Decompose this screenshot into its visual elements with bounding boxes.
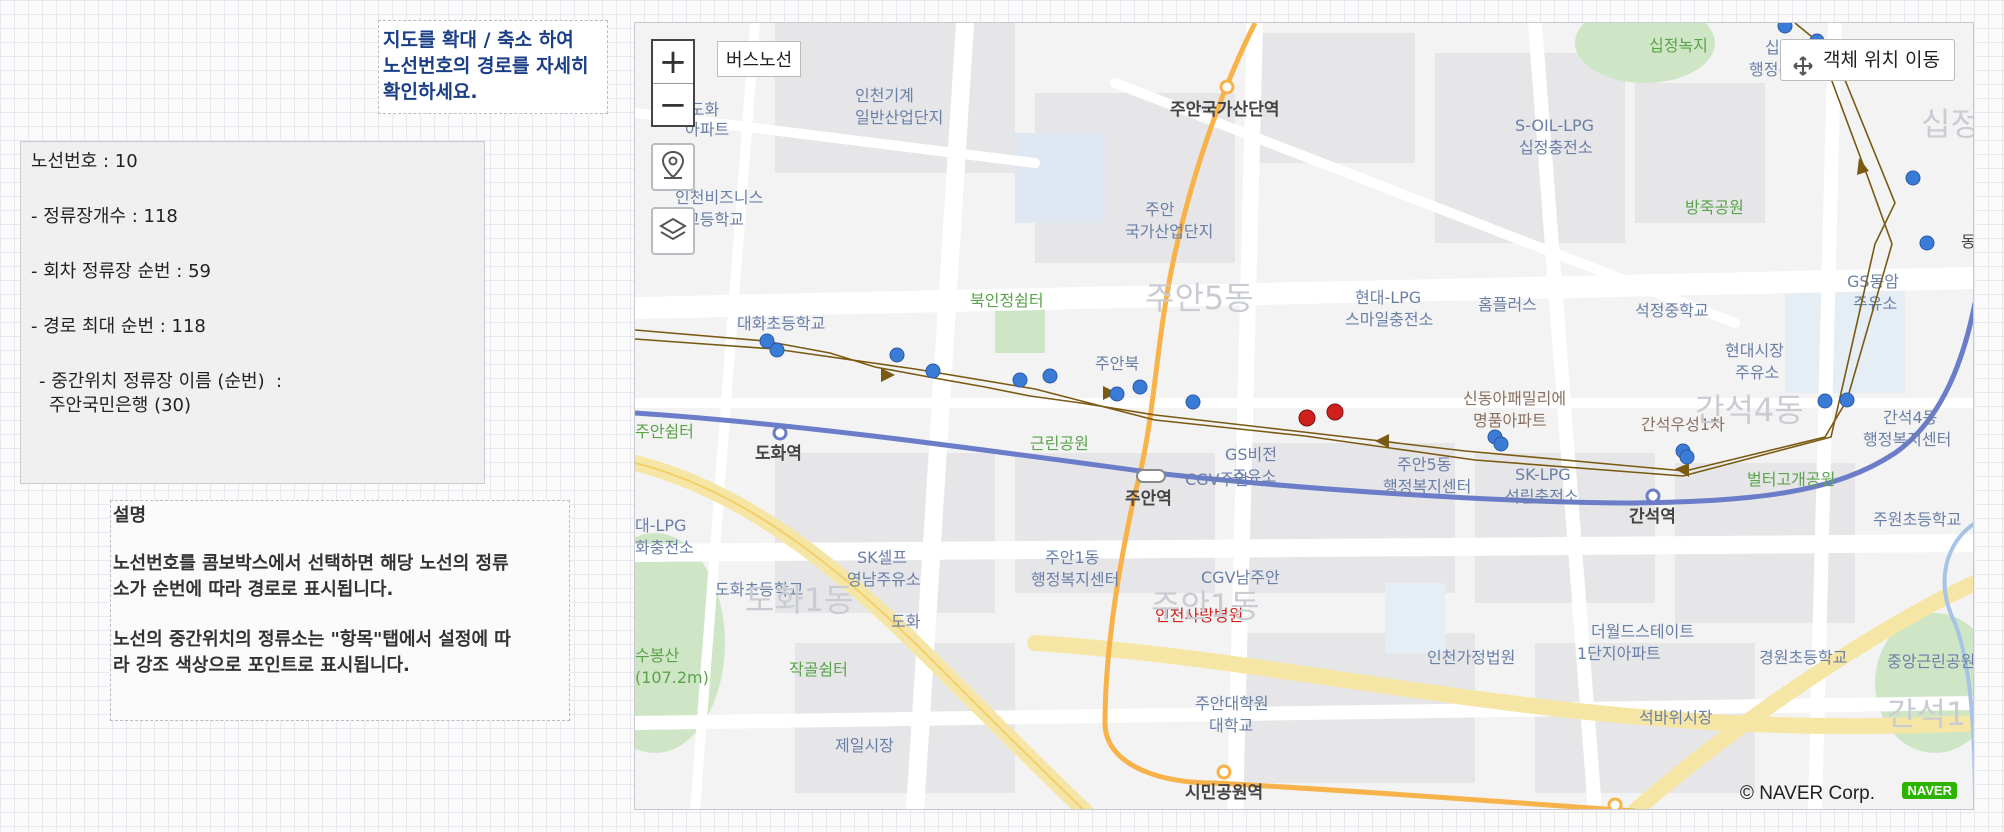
place-label: 화충전소 [635, 538, 694, 557]
place-label: 동 [1961, 232, 1974, 251]
bus-route-label: 버스노선 [717, 41, 802, 77]
layers-button[interactable] [651, 207, 695, 255]
place-label: 스마일충전소 [1345, 310, 1433, 329]
place-label: 대-LPG [635, 516, 686, 535]
place-label: 홈플러스 [1478, 295, 1537, 314]
district-label: 십정 [1921, 105, 1974, 143]
place-label: 영남주유소 [847, 570, 921, 589]
description-para2-line1: 노선의 중간위치의 정류소는 "항목"탭에서 설정에 따 [113, 629, 511, 650]
location-button[interactable] [651, 143, 695, 191]
place-label: 현대-LPG [1355, 288, 1421, 307]
place-label: 주유소 [1735, 363, 1779, 382]
place-label: 도화 [891, 612, 921, 631]
place-label: S-OIL-LPG [1515, 116, 1594, 135]
move-all-objects-label: 객체 위치 이동 [1823, 49, 1940, 71]
place-label: CGV남주안 [1201, 568, 1280, 587]
place-label: 벌터고개공원 [1747, 470, 1835, 489]
description-para2-line2: 라 강조 색상으로 포인트로 표시됩니다. [113, 655, 410, 676]
mid-stop-label: - 중간위치 정류장 이름 (순번) : [39, 371, 283, 392]
place-label: 중앙근린공원 [1887, 652, 1974, 671]
place-label: 석정중학교 [1635, 301, 1709, 320]
place-label: SK-LPG [1515, 465, 1571, 484]
station-label: 시민공원역 [1185, 783, 1263, 803]
place-label: 행정복지센터 [1863, 430, 1951, 449]
place-label: 더월드스테이트 [1591, 622, 1694, 641]
tip-line-1: 지도를 확대 / 축소 하여 [383, 29, 574, 51]
place-label: 경원초등학교 [1759, 648, 1847, 667]
map-view[interactable]: 인천기계 일반산업단지 S-OIL-LPG 십정충전소 주안 국가산업단지 현대… [634, 22, 1974, 810]
place-label: 십정충전소 [1519, 138, 1593, 157]
place-label: 근린공원 [1030, 434, 1089, 453]
tip-line-3: 확인하세요. [383, 81, 478, 103]
place-label: 주안5동 [1397, 455, 1451, 474]
district-label: 간석1 [1887, 695, 1966, 733]
map-tip-box: 지도를 확대 / 축소 하여 노선번호의 경로를 자세히 확인하세요. [378, 20, 608, 114]
move-all-objects-button[interactable]: 객체 위치 이동 [1780, 39, 1955, 81]
naver-logo: NAVER [1902, 782, 1957, 799]
station-label: 주안국가산단역 [1170, 100, 1279, 120]
description-para1-line2: 소가 순번에 따라 경로로 표시됩니다. [113, 579, 394, 600]
place-label: 방죽공원 [1685, 198, 1744, 217]
district-label: 간석4동 [1695, 391, 1804, 429]
place-label: 북인정쉼터 [970, 291, 1044, 310]
place-label: 주안대학원 [1195, 694, 1269, 713]
stop-count: - 정류장개수 : 118 [31, 206, 178, 227]
place-label: 대학교 [1209, 716, 1253, 735]
place-label: 행정복지센터 [1031, 570, 1119, 589]
place-label: 신동아패밀리에 [1463, 389, 1566, 408]
place-label: 십정녹지 [1649, 36, 1708, 55]
place-label: 인천가정법원 [1427, 648, 1515, 667]
place-label: 인천기계 [855, 86, 914, 105]
place-label: 석바위시장 [1639, 708, 1713, 727]
layers-icon [659, 216, 687, 246]
description-box: 설명 노선번호를 콤보박스에서 선택하면 해당 노선의 정류 소가 순번에 따라… [110, 500, 570, 721]
place-label: 주원초등학교 [1873, 510, 1961, 529]
zoom-out-button[interactable]: − [653, 84, 693, 126]
district-label: 도화1동 [745, 581, 854, 619]
move-arrows-icon [1793, 50, 1813, 90]
district-label: 주안5동 [1145, 279, 1254, 317]
place-label: 주안 [1145, 200, 1175, 219]
place-label: 작골쉼터 [789, 660, 848, 679]
tip-line-2: 노선번호의 경로를 자세히 [383, 55, 589, 77]
mid-stop-value: 주안국민은행 (30) [49, 395, 192, 416]
place-label: 대화초등학교 [737, 314, 825, 333]
place-label: 1단지아파트 [1577, 644, 1661, 663]
district-label: 주안1동 [1151, 587, 1260, 625]
place-label: GS동암 [1847, 272, 1899, 291]
place-label: 현대시장 [1725, 341, 1784, 360]
station-label: 주안역 [1125, 489, 1172, 509]
route-info-panel: 노선번호 : 10 - 정류장개수 : 118 - 회차 정류장 순번 : 59… [20, 141, 485, 484]
place-label: 일반산업단지 [855, 108, 943, 127]
route-number: 노선번호 : 10 [31, 151, 138, 172]
place-label: GS비전 [1225, 445, 1277, 464]
place-label: CGV주안 [1185, 470, 1249, 489]
place-label: (107.2m) [635, 668, 709, 687]
map-copyright: © NAVER Corp. [1739, 783, 1875, 804]
place-label: 국가산업단지 [1125, 222, 1213, 241]
zoom-control: + − [651, 39, 695, 127]
map-canvas[interactable]: 인천기계 일반산업단지 S-OIL-LPG 십정충전소 주안 국가산업단지 현대… [635, 23, 1974, 810]
station-label: 간석역 [1629, 507, 1676, 527]
place-label: 주안1동 [1045, 548, 1099, 567]
place-label: 수봉산 [635, 646, 679, 665]
place-label: 주안북 [1095, 354, 1139, 373]
turn-stop-seq: - 회차 정류장 순번 : 59 [31, 261, 211, 282]
place-label: SK셀프 [857, 548, 907, 567]
description-heading: 설명 [113, 505, 147, 526]
place-label: 석림충전소 [1505, 487, 1579, 506]
station-label: 도화역 [755, 444, 802, 464]
place-label: 간석4동 [1883, 408, 1937, 427]
place-label: 명품아파트 [1473, 411, 1547, 430]
description-para1-line1: 노선번호를 콤보박스에서 선택하면 해당 노선의 정류 [113, 553, 509, 574]
place-label: 주안쉼터 [635, 422, 694, 441]
location-pin-icon [660, 150, 686, 184]
max-seq: - 경로 최대 순번 : 118 [31, 316, 206, 337]
zoom-in-button[interactable]: + [653, 41, 693, 84]
place-label: 제일시장 [835, 736, 894, 755]
place-label: 행정복지센터 [1383, 477, 1471, 496]
